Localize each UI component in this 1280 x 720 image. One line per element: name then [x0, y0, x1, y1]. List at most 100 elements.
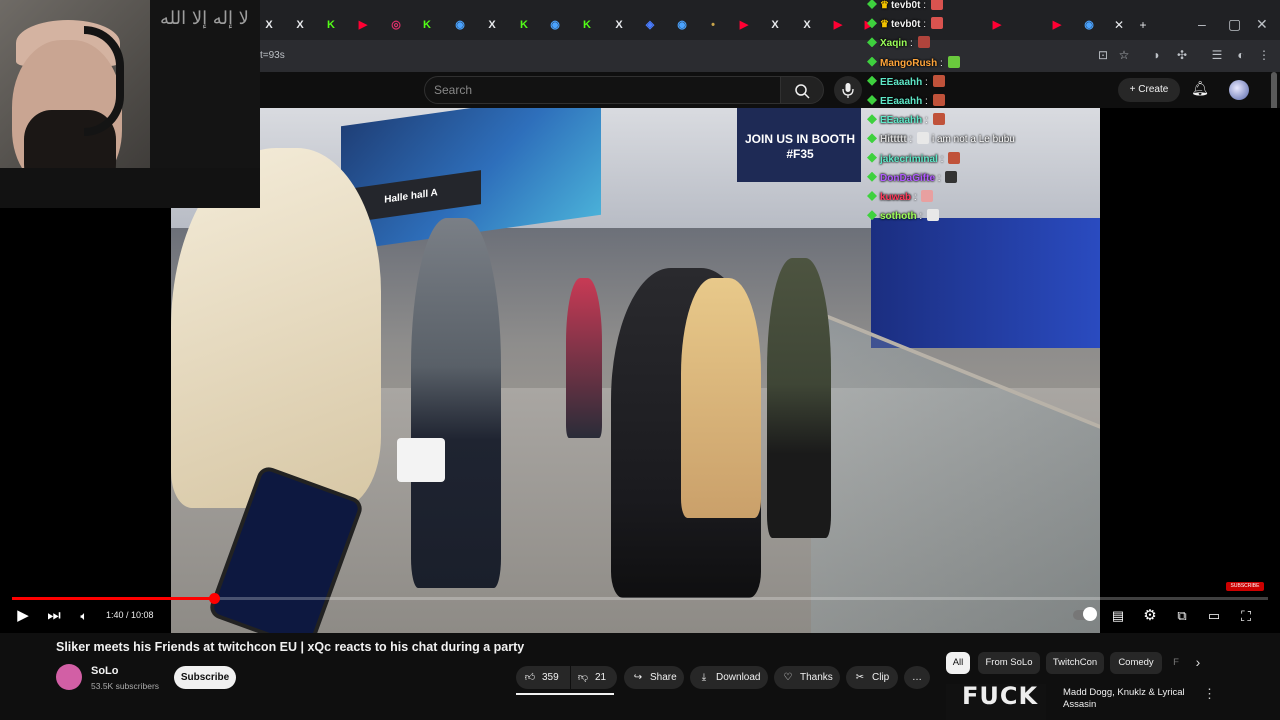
channel-avatar[interactable] — [56, 664, 82, 690]
chat-username: tevb0t — [890, 19, 921, 31]
tab-favicon-icon[interactable]: ◎ — [389, 18, 403, 32]
tab-favicon-icon[interactable]: K — [517, 18, 531, 32]
profile-icon[interactable]: ◐ — [1234, 48, 1248, 62]
tab-favicon-icon[interactable]: ◈ — [643, 18, 657, 32]
browser-menu-icon[interactable]: ⋮ — [1257, 48, 1271, 62]
search-button[interactable] — [780, 76, 824, 104]
share-label: Share — [650, 672, 677, 683]
recommendation-more-icon[interactable]: ⋮ — [1203, 686, 1216, 702]
chat-emote-icon — [948, 151, 961, 164]
volume-icon[interactable]: 🔈︎ — [74, 606, 94, 626]
like-button[interactable]: 👍︎ 359 — [516, 666, 570, 689]
chat-badge-icon — [867, 95, 877, 105]
recommendation-title[interactable]: Madd Dogg, Knuklz & Lyrical Assasin — [1063, 687, 1193, 711]
chat-message: MangoRush : — [867, 55, 960, 72]
tab-favicon-icon[interactable]: X — [612, 18, 626, 32]
subscribe-watermark[interactable]: SUBSCRIBE — [1226, 582, 1264, 591]
download-icon: ⤓ — [701, 672, 707, 683]
tab-favicon-icon[interactable]: ◉ — [1082, 18, 1096, 32]
scissors-icon: ✂ — [855, 672, 865, 683]
notifications-bell-icon[interactable]: 🔔︎ — [1190, 80, 1210, 100]
chat-message: DonDaGifte : — [867, 170, 958, 187]
window-close-icon[interactable]: ✕ — [1256, 16, 1268, 33]
account-avatar[interactable] — [1229, 80, 1249, 100]
create-button[interactable]: + Create — [1118, 78, 1180, 102]
tab-favicon-icon[interactable]: X — [485, 18, 499, 32]
clip-button[interactable]: ✂ Clip — [846, 666, 898, 689]
subtitles-icon[interactable]: ▤ — [1108, 606, 1128, 626]
chat-badge-icon — [867, 191, 877, 201]
chat-badge-icon — [867, 0, 877, 9]
chat-username: sothoth — [880, 211, 917, 223]
filter-chip[interactable]: All — [946, 652, 970, 674]
thumbs-up-icon: 👍︎ — [524, 672, 536, 683]
theater-mode-icon[interactable]: ▭ — [1204, 606, 1224, 626]
minimize-icon[interactable]: – — [1198, 16, 1206, 32]
play-icon[interactable]: ▶ — [13, 606, 33, 626]
chevron-right-icon[interactable]: › — [1188, 654, 1208, 674]
next-icon[interactable]: ⏭︎ — [44, 606, 64, 626]
tab-favicon-icon[interactable]: K — [324, 18, 338, 32]
tab-favicon-icon[interactable]: X — [768, 18, 782, 32]
thanks-button[interactable]: ♡ Thanks — [774, 666, 840, 689]
tab-favicon-icon[interactable]: X — [262, 18, 276, 32]
chat-message: Hittttt : i am not a Le bubu — [867, 132, 1015, 148]
tab-favicon-icon[interactable]: K — [580, 18, 594, 32]
chat-message: jakecriminal : — [867, 151, 961, 168]
bookmark-star-icon[interactable]: ☆ — [1117, 48, 1131, 62]
tab-favicon-icon[interactable]: X — [800, 18, 814, 32]
tab-favicon-icon[interactable]: K — [420, 18, 434, 32]
filter-chip[interactable]: F — [1170, 652, 1182, 674]
more-actions-button[interactable]: … — [904, 666, 930, 689]
miniplayer-icon[interactable]: ⧉ — [1172, 606, 1192, 626]
voice-search-button[interactable] — [834, 76, 862, 104]
maximize-icon[interactable]: ▢ — [1228, 16, 1241, 33]
share-button[interactable]: ↪ Share — [624, 666, 684, 689]
chat-emote-icon — [917, 132, 929, 145]
create-label: Create — [1138, 84, 1169, 95]
chat-username: EEaaahh — [880, 96, 923, 107]
sidebar-icon[interactable]: ☰ — [1210, 48, 1224, 62]
tab-favicon-icon[interactable]: ▶ — [831, 18, 845, 32]
chat-emote-icon — [917, 36, 930, 49]
close-tab-icon[interactable]: ✕ — [1112, 18, 1126, 32]
tab-favicon-icon[interactable]: ◉ — [675, 18, 689, 32]
new-tab-icon[interactable]: + — [1136, 18, 1150, 32]
chat-badge-icon — [867, 75, 877, 86]
chat-emote-icon — [932, 94, 945, 106]
download-button[interactable]: ⤓ Download — [690, 666, 768, 689]
install-app-icon[interactable]: ⊡ — [1096, 48, 1110, 62]
chat-separator: : — [937, 57, 946, 69]
url-text[interactable]: t=93s — [260, 50, 285, 61]
chat-message: Xaqin : — [867, 36, 930, 52]
chat-emote-icon — [947, 55, 960, 68]
extension-icon[interactable]: ◗ — [1150, 48, 1164, 62]
tab-favicon-icon[interactable]: ▶ — [737, 18, 751, 32]
filter-chip[interactable]: Comedy — [1110, 652, 1162, 674]
search-input[interactable] — [424, 76, 784, 104]
tab-favicon-icon[interactable]: X — [293, 18, 307, 32]
chat-emote-icon — [945, 170, 958, 183]
progress-scrubber[interactable] — [209, 593, 220, 604]
dislike-button[interactable]: 👎︎ 21 — [571, 666, 617, 689]
channel-name[interactable]: SoLo — [91, 665, 119, 677]
clip-label: Clip — [872, 672, 890, 683]
fullscreen-icon[interactable]: ⛶ — [1236, 606, 1256, 626]
settings-gear-icon[interactable]: ⚙ — [1140, 606, 1160, 626]
tab-favicon-icon[interactable]: • — [706, 18, 720, 32]
video-frame[interactable]: JOIN US IN BOOTH #F35 Halle hall A — [171, 108, 1100, 633]
tab-favicon-icon[interactable]: ▶ — [1050, 18, 1064, 32]
filter-chip[interactable]: TwitchCon — [1046, 652, 1104, 674]
tab-favicon-icon[interactable]: ◉ — [453, 18, 467, 32]
chat-badge-icon — [867, 37, 877, 48]
tab-favicon-icon[interactable]: ◉ — [548, 18, 562, 32]
filter-chip[interactable]: From SoLo — [978, 652, 1040, 674]
chat-username: DonDaGifte — [880, 172, 935, 184]
subscribe-button[interactable]: Subscribe — [174, 666, 236, 689]
chat-separator: : — [916, 211, 925, 223]
tab-favicon-icon[interactable]: ▶ — [356, 18, 370, 32]
chat-message: ♛ tevb0t : — [867, 17, 943, 33]
chat-badge-icon — [867, 133, 877, 144]
extensions-puzzle-icon[interactable]: ✣ — [1175, 48, 1189, 62]
tab-favicon-icon[interactable]: ▶ — [990, 18, 1004, 32]
